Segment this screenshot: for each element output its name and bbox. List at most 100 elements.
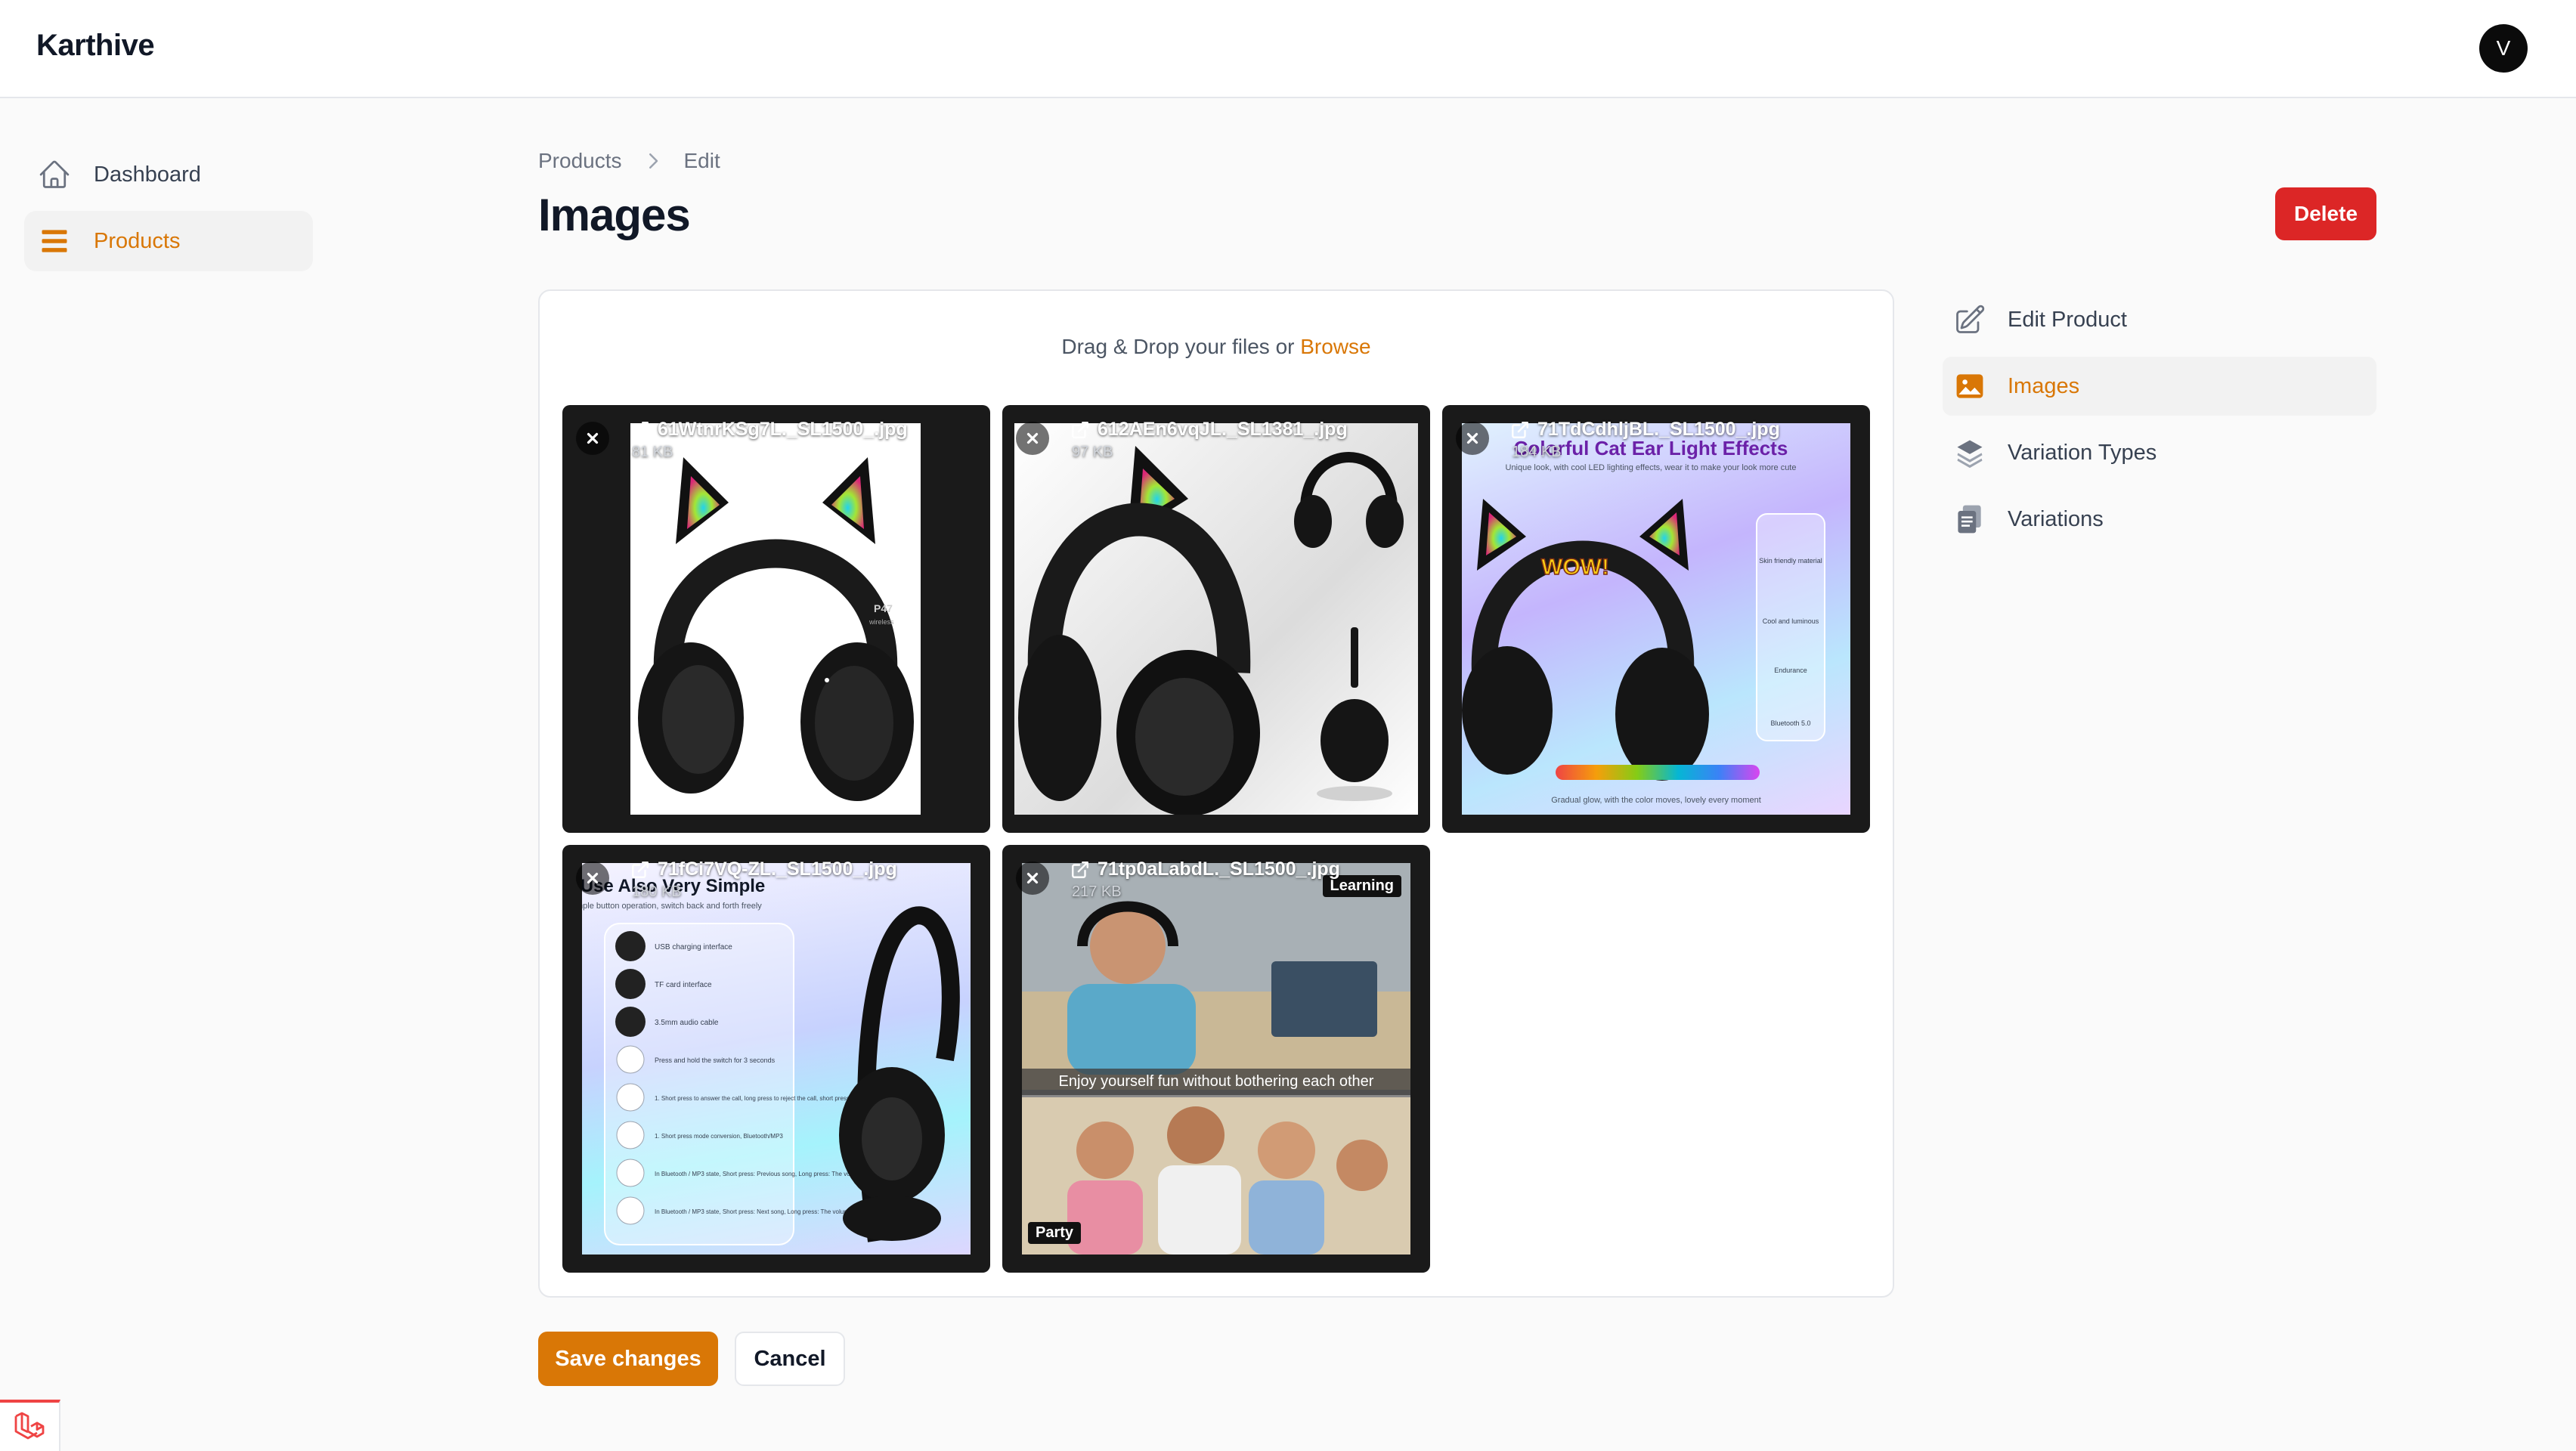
lifestyle-image	[1022, 863, 1410, 1255]
remove-file-button[interactable]	[1456, 422, 1489, 455]
top-bar: Karthive V	[0, 0, 2576, 98]
headphones-image: P47 wireless	[638, 457, 914, 801]
sidebar-item-dashboard[interactable]: Dashboard	[24, 144, 313, 205]
subnav-item-label: Variations	[2008, 506, 2104, 531]
sidebar-item-label: Dashboard	[94, 162, 201, 187]
avatar-initial: V	[2496, 36, 2511, 60]
feature-label: Cool and luminous	[1763, 617, 1819, 625]
file-info: 71fCi7VQ-ZL._SL1500_.jpg 180 KB	[630, 859, 897, 901]
feature-line: Press and hold the switch for 3 seconds	[655, 1057, 776, 1064]
feature-line: 3.5mm audio cable	[655, 1019, 719, 1027]
remove-file-button[interactable]	[576, 862, 609, 895]
model-label: P47	[874, 602, 893, 614]
model-sublabel: wireless	[868, 618, 894, 626]
drop-hint: Drag & Drop your files or Browse	[540, 335, 1893, 359]
file-info: 71TdCdhljBL._SL1500_.jpg 184 KB	[1510, 419, 1780, 461]
party-tag: Party	[1028, 1222, 1082, 1244]
wow-text: WOW!	[1541, 555, 1609, 580]
stack-icon	[1957, 440, 1983, 469]
subnav-item-label: Edit Product	[2008, 307, 2127, 332]
subnav-item-variation-types[interactable]: Variation Types	[1943, 423, 2376, 482]
file-name-link[interactable]: 71tp0aLabdL._SL1500_.jpg	[1070, 859, 1340, 880]
close-icon	[587, 432, 599, 444]
file-upload-dropzone[interactable]: Drag & Drop your files or Browse P47 wir…	[538, 289, 1894, 1298]
photo-icon	[1956, 374, 1983, 398]
subnav-item-images[interactable]: Images	[1943, 357, 2376, 416]
brand-logo[interactable]: Karthive	[36, 29, 155, 63]
delete-button[interactable]: Delete	[2275, 187, 2376, 240]
file-size: 81 KB	[632, 444, 673, 460]
headphones-image	[1018, 446, 1404, 815]
external-link-icon	[632, 421, 649, 438]
file-size: 184 KB	[1512, 444, 1562, 460]
image-tile: P47 wireless 61WtnrKSg7L._SL1500_.jpg 81…	[562, 405, 990, 833]
feature-line: 1. Short press mode conversion, Bluetoot…	[655, 1133, 783, 1140]
file-size: 217 KB	[1072, 883, 1122, 900]
file-name: 612AEn6vqJL._SL1381_.jpg	[1098, 419, 1348, 440]
file-name-link[interactable]: 71TdCdhljBL._SL1500_.jpg	[1510, 419, 1780, 441]
breadcrumb: Products Edit	[538, 148, 720, 174]
file-name: 71TdCdhljBL._SL1500_.jpg	[1537, 419, 1780, 440]
home-icon	[39, 160, 70, 188]
image-preview: Use Also Very Simple Simple button opera…	[582, 863, 971, 1255]
pencil-square-icon	[1956, 305, 1985, 333]
list-icon	[42, 230, 67, 252]
image-tile: Use Also Very Simple Simple button opera…	[562, 845, 990, 1273]
file-info: 71tp0aLabdL._SL1500_.jpg 217 KB	[1070, 859, 1340, 901]
image-subline: Simple button operation, switch back and…	[582, 902, 762, 911]
subnav-item-edit-product[interactable]: Edit Product	[1943, 290, 2376, 349]
sidebar-item-label: Products	[94, 228, 181, 253]
external-link-icon	[1072, 421, 1088, 438]
close-icon	[587, 872, 599, 884]
external-link-icon	[1512, 421, 1528, 438]
file-info: 612AEn6vqJL._SL1381_.jpg 97 KB	[1070, 419, 1348, 461]
user-avatar[interactable]: V	[2479, 24, 2528, 73]
document-duplicate-icon	[1958, 505, 1981, 534]
remove-file-button[interactable]	[1016, 422, 1049, 455]
close-icon	[1026, 872, 1039, 884]
subnav-item-variations[interactable]: Variations	[1943, 490, 2376, 549]
file-size: 97 KB	[1072, 444, 1113, 460]
image-preview: Learning Enjoy yourself fun without both…	[1022, 863, 1410, 1255]
headphones-image: Use Also Very Simple Simple button opera…	[582, 876, 960, 1245]
headphones-image: Colorful Cat Ear Light Effects Unique lo…	[1462, 437, 1825, 805]
external-link-icon	[632, 861, 649, 878]
image-subline: Unique look, with cool LED lighting effe…	[1506, 463, 1797, 472]
file-info: 61WtnrKSg7L._SL1500_.jpg 81 KB	[630, 419, 908, 461]
feature-line: USB charging interface	[655, 943, 732, 951]
framework-logo[interactable]	[0, 1400, 60, 1451]
breadcrumb-products-link[interactable]: Products	[538, 149, 622, 173]
feature-line: TF card interface	[655, 981, 712, 989]
image-preview: Colorful Cat Ear Light Effects Unique lo…	[1462, 423, 1850, 815]
laravel-icon	[14, 1412, 45, 1440]
image-preview: P47 wireless	[630, 423, 921, 815]
close-icon	[1026, 432, 1039, 444]
remove-file-button[interactable]	[576, 422, 609, 455]
page-title: Images	[538, 190, 691, 240]
image-tile: 612AEn6vqJL._SL1381_.jpg 97 KB	[1002, 405, 1430, 833]
close-icon	[1466, 432, 1478, 444]
subnav-item-label: Images	[2008, 373, 2080, 398]
chevron-right-icon	[649, 153, 658, 169]
feature-label: Bluetooth 5.0	[1770, 719, 1810, 727]
remove-file-button[interactable]	[1016, 862, 1049, 895]
subnav-item-label: Variation Types	[2008, 440, 2157, 465]
sidebar-item-products[interactable]: Products	[24, 211, 313, 271]
save-changes-button[interactable]: Save changes	[538, 1332, 718, 1386]
file-name-link[interactable]: 612AEn6vqJL._SL1381_.jpg	[1070, 419, 1348, 441]
file-name: 71fCi7VQ-ZL._SL1500_.jpg	[658, 859, 897, 880]
external-link-icon	[1072, 861, 1088, 878]
image-tile: Colorful Cat Ear Light Effects Unique lo…	[1442, 405, 1870, 833]
file-name: 61WtnrKSg7L._SL1500_.jpg	[658, 419, 908, 440]
drop-hint-text: Drag & Drop your files or	[1061, 335, 1301, 358]
image-caption: Gradual glow, with the color moves, love…	[1551, 796, 1761, 805]
breadcrumb-current: Edit	[683, 149, 720, 172]
browse-link[interactable]: Browse	[1300, 335, 1370, 358]
cancel-button[interactable]: Cancel	[735, 1332, 845, 1386]
image-tile: Learning Enjoy yourself fun without both…	[1002, 845, 1430, 1273]
file-name-link[interactable]: 61WtnrKSg7L._SL1500_.jpg	[630, 419, 908, 441]
file-name-link[interactable]: 71fCi7VQ-ZL._SL1500_.jpg	[630, 859, 897, 880]
image-caption: Enjoy yourself fun without bothering eac…	[1022, 1069, 1410, 1095]
file-size: 180 KB	[632, 883, 682, 900]
file-name: 71tp0aLabdL._SL1500_.jpg	[1098, 859, 1340, 880]
